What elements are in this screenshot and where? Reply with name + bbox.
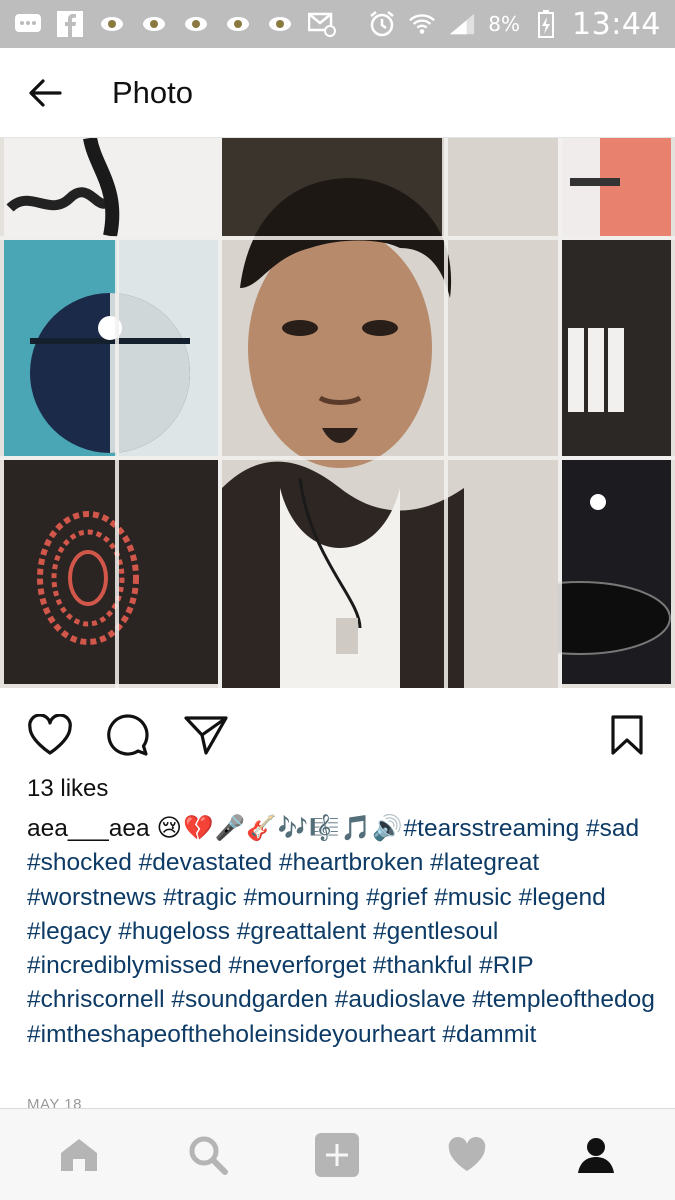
- nav-activity[interactable]: [427, 1115, 507, 1195]
- caption-hashtags[interactable]: #tearsstreaming #sad #shocked #devastate…: [27, 815, 655, 1048]
- comment-button[interactable]: [100, 707, 156, 763]
- caption-username[interactable]: aea___aea: [27, 815, 150, 842]
- nav-new-post[interactable]: [297, 1115, 377, 1195]
- app-header: Photo: [0, 48, 675, 138]
- profile-icon: [578, 1137, 615, 1173]
- notification-icon-2: [140, 10, 168, 38]
- wifi-icon: [408, 10, 436, 38]
- message-icon: [14, 10, 42, 38]
- comment-icon: [107, 714, 149, 756]
- bottom-nav: [0, 1108, 675, 1200]
- heart-icon: [28, 714, 72, 755]
- notification-icon-4: [224, 10, 252, 38]
- save-button[interactable]: [599, 707, 655, 763]
- battery-percent: 8%: [488, 12, 521, 36]
- search-icon: [189, 1136, 229, 1175]
- status-bar: 8% 13:44: [0, 0, 675, 48]
- like-button[interactable]: [22, 707, 78, 763]
- home-icon: [60, 1138, 97, 1171]
- back-button[interactable]: [0, 48, 90, 138]
- post-caption: aea___aea 😢💔🎤🎸🎶🎼🎵🔊#tearsstreaming #sad #…: [27, 812, 657, 1052]
- status-time: 13:44: [572, 6, 661, 42]
- likes-count[interactable]: 13 likes: [27, 775, 108, 803]
- send-icon: [184, 716, 228, 755]
- signal-icon: [448, 10, 476, 38]
- caption-emojis: 😢💔🎤🎸🎶🎼🎵🔊: [156, 815, 404, 842]
- nav-profile[interactable]: [556, 1115, 636, 1195]
- share-button[interactable]: [178, 707, 234, 763]
- post-actions: [0, 700, 675, 770]
- battery-charging-icon: [532, 10, 560, 38]
- facebook-icon: [56, 10, 84, 38]
- heart-filled-icon: [448, 1136, 486, 1171]
- page-title: Photo: [112, 74, 194, 110]
- bookmark-icon: [611, 715, 643, 755]
- post-photo[interactable]: [0, 138, 675, 688]
- email-icon: [308, 10, 336, 38]
- back-arrow-icon: [29, 78, 62, 107]
- notification-icon-5: [266, 10, 294, 38]
- notification-icon-1: [98, 10, 126, 38]
- add-icon: [315, 1132, 360, 1177]
- alarm-icon: [368, 10, 396, 38]
- nav-search[interactable]: [168, 1115, 248, 1195]
- notification-icon-3: [182, 10, 210, 38]
- nav-home[interactable]: [39, 1115, 119, 1195]
